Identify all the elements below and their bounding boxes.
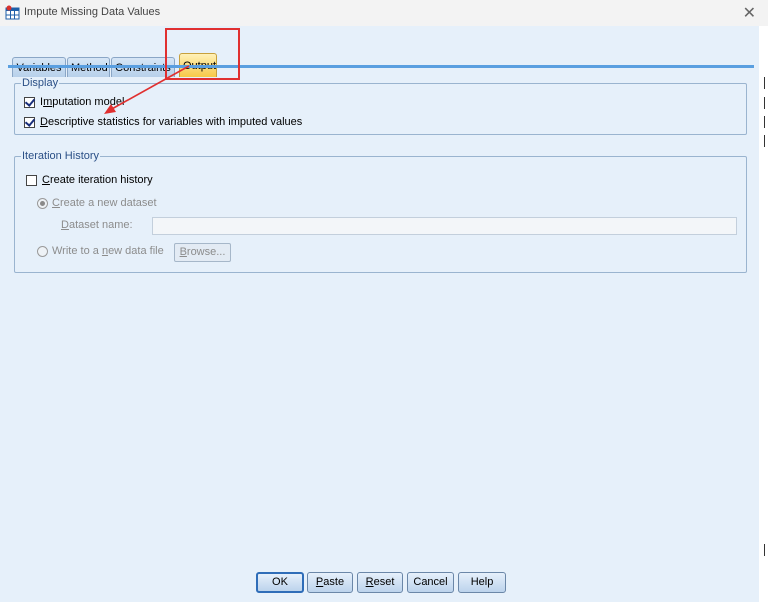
new-dataset-radio[interactable] bbox=[37, 197, 48, 209]
window-title: Impute Missing Data Values bbox=[24, 6, 161, 18]
create-history-option[interactable]: Create iteration history bbox=[26, 174, 153, 186]
dataset-name-label: Dataset name: bbox=[61, 219, 133, 231]
edge-mark bbox=[764, 116, 765, 128]
write-file-radio[interactable] bbox=[37, 245, 48, 257]
imputation-model-option[interactable]: Imputation model bbox=[24, 96, 124, 108]
close-icon[interactable]: ✕ bbox=[743, 3, 756, 23]
write-file-option[interactable]: Write to a new data file bbox=[37, 245, 164, 257]
create-history-checkbox[interactable] bbox=[26, 174, 37, 186]
dataset-table-icon bbox=[5, 5, 20, 20]
new-dataset-option[interactable]: Create a new dataset bbox=[37, 197, 157, 209]
dialog-client-area: Variables Method Constraints Output Disp… bbox=[0, 26, 759, 602]
browse-button[interactable]: Browse... bbox=[174, 243, 231, 262]
write-file-label: Write to a new data file bbox=[52, 245, 164, 257]
cancel-button[interactable]: Cancel bbox=[407, 572, 454, 593]
imputation-model-label: Imputation model bbox=[40, 96, 125, 108]
descriptive-stats-label: Descriptive statistics for variables wit… bbox=[40, 116, 303, 128]
edge-mark bbox=[764, 135, 765, 147]
descriptive-stats-option[interactable]: Descriptive statistics for variables wit… bbox=[24, 116, 302, 128]
tab-underline bbox=[8, 65, 754, 68]
edge-mark bbox=[764, 77, 765, 89]
dataset-name-input[interactable] bbox=[152, 217, 737, 235]
imputation-model-checkbox[interactable] bbox=[24, 96, 35, 108]
ok-button[interactable]: OK bbox=[256, 572, 304, 593]
reset-button[interactable]: Reset bbox=[357, 572, 403, 593]
edge-mark bbox=[764, 544, 765, 556]
title-bar: Impute Missing Data Values ✕ bbox=[0, 0, 768, 26]
paste-button[interactable]: Paste bbox=[307, 572, 353, 593]
new-dataset-label: Create a new dataset bbox=[52, 197, 157, 209]
iteration-history-legend: Iteration History bbox=[22, 150, 100, 162]
edge-mark bbox=[764, 97, 765, 109]
descriptive-stats-checkbox[interactable] bbox=[24, 116, 35, 128]
display-group-legend: Display bbox=[22, 77, 59, 89]
create-history-label: Create iteration history bbox=[42, 174, 153, 186]
help-button[interactable]: Help bbox=[458, 572, 506, 593]
annotation-highlight-box bbox=[165, 28, 240, 80]
background-window-edge bbox=[759, 26, 768, 602]
